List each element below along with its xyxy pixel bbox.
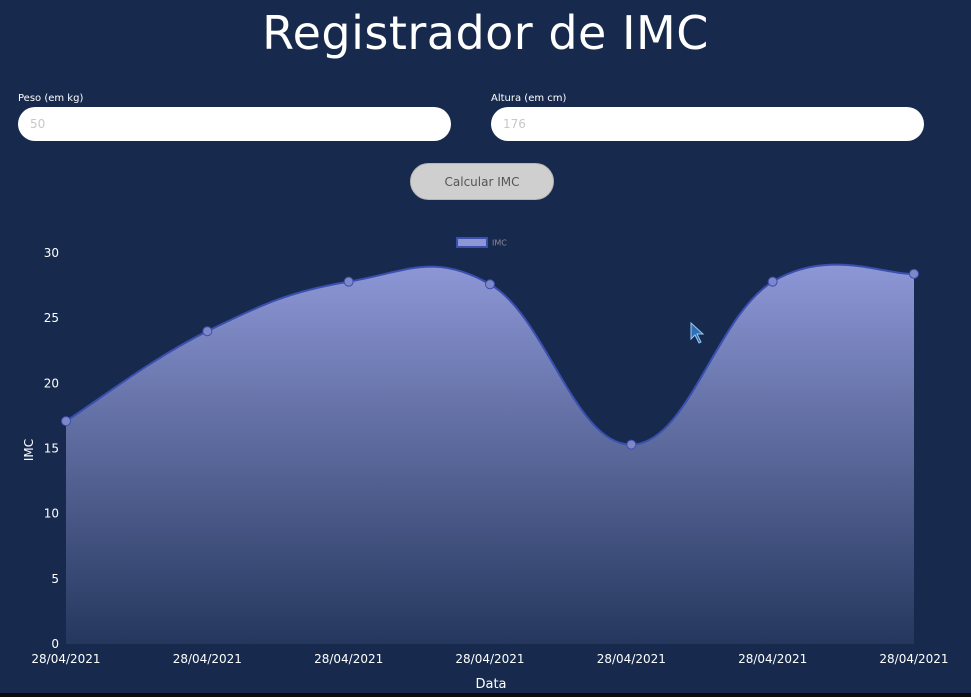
data-point[interactable] — [61, 416, 71, 427]
data-point[interactable] — [485, 279, 495, 290]
y-axis-ticks: 0 5 10 15 20 25 30 — [44, 246, 59, 651]
x-tick-label: 28/04/2021 — [173, 652, 242, 666]
x-axis-ticks: 28/04/2021 28/04/2021 28/04/2021 28/04/2021… — [31, 652, 948, 666]
x-tick-label: 28/04/2021 — [455, 652, 524, 666]
peso-input[interactable] — [18, 107, 451, 141]
y-tick-label: 30 — [44, 246, 59, 260]
data-point[interactable] — [343, 276, 354, 287]
bottom-edge — [0, 693, 971, 697]
imc-area — [66, 264, 914, 644]
x-tick-label: 28/04/2021 — [31, 652, 100, 666]
x-tick-label: 28/04/2021 — [597, 652, 666, 666]
legend-swatch — [456, 237, 488, 248]
y-tick-label: 25 — [44, 311, 59, 325]
y-tick-label: 5 — [51, 572, 59, 586]
y-tick-label: 15 — [44, 442, 59, 456]
altura-input[interactable] — [491, 107, 924, 141]
x-tick-label: 28/04/2021 — [879, 652, 948, 666]
mouse-cursor-icon — [690, 322, 704, 344]
peso-label: Peso (em kg) — [18, 93, 84, 104]
imc-chart: IMC 051015202530 28/04/2021 28/04/2021 28/… — [22, 237, 949, 692]
data-point[interactable] — [767, 276, 778, 287]
legend-label: IMC — [492, 239, 507, 248]
data-point[interactable] — [909, 268, 919, 279]
altura-label: Altura (em cm) — [491, 93, 567, 104]
x-axis-label: Data — [475, 677, 506, 692]
data-point[interactable] — [626, 439, 637, 450]
page-title: Registrador de IMC — [262, 6, 709, 60]
data-point[interactable] — [202, 326, 213, 337]
x-tick-label: 28/04/2021 — [738, 652, 807, 666]
y-tick-label: 20 — [44, 376, 59, 390]
legend[interactable]: IMC — [456, 237, 507, 248]
x-tick-label: 28/04/2021 — [314, 652, 383, 666]
y-tick-label: 0 — [51, 637, 59, 651]
y-tick-label: 10 — [44, 507, 59, 521]
calcular-imc-button[interactable]: Calcular IMC — [410, 163, 554, 200]
y-axis-label: IMC — [22, 439, 36, 461]
